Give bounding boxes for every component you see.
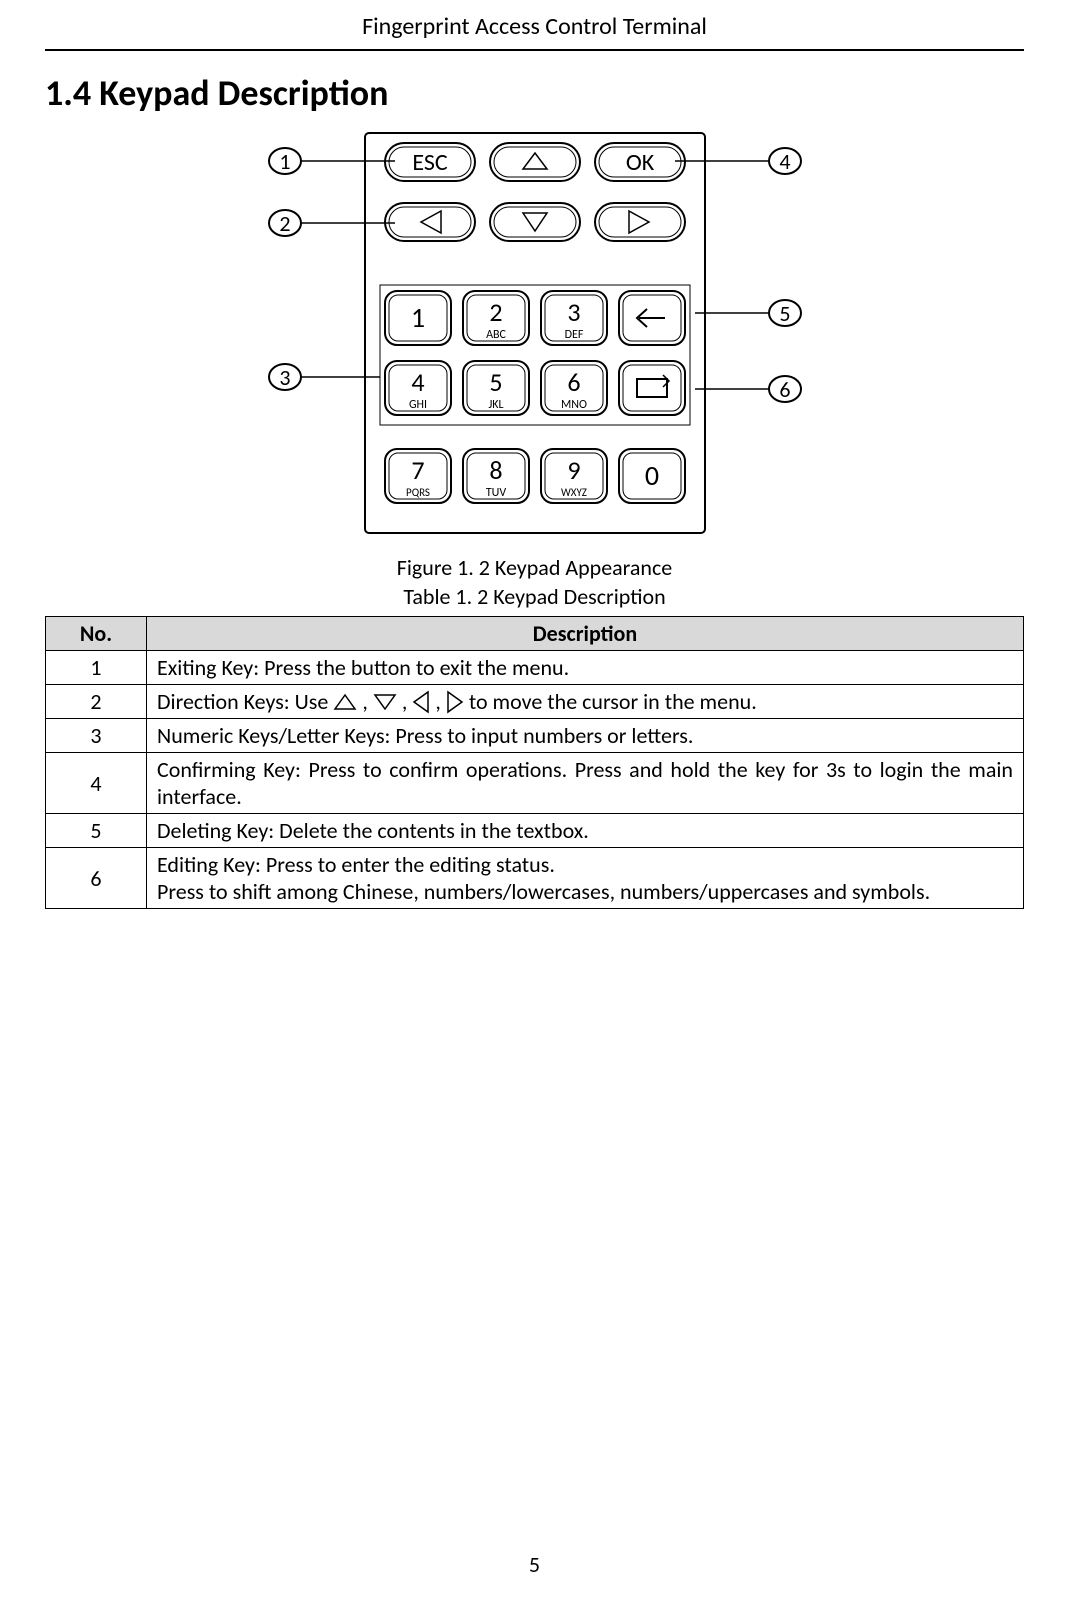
ok-button[interactable]: OK [595,143,685,181]
key-0[interactable]: 0 [619,449,685,503]
key-1[interactable]: 1 [385,291,451,345]
svg-text:WXYZ: WXYZ [561,486,587,499]
key-2[interactable]: 2 ABC [463,291,529,345]
svg-text:5: 5 [489,366,502,398]
keypad-svg: 1 2 3 4 5 [185,123,885,543]
row-desc: Editing Key: Press to enter the editing … [147,848,1024,909]
callout-1: 1 [269,148,395,175]
left-arrow-icon [421,211,441,233]
svg-text:ABC: ABC [486,328,506,342]
up-button[interactable] [490,143,580,181]
key-4[interactable]: 4 GHI [385,361,451,415]
triangle-down-icon [372,692,398,712]
triangle-right-icon [445,690,465,714]
svg-text:2: 2 [489,296,502,328]
triangle-left-icon [411,690,431,714]
row-no: 1 [46,651,147,685]
row2-text-pre: Direction Keys: Use [157,688,328,715]
section-heading: 1.4 Keypad Description [45,71,1024,115]
svg-text:4: 4 [779,148,790,175]
row-no: 5 [46,814,147,848]
row-desc: Exiting Key: Press the button to exit th… [147,651,1024,685]
svg-text:PQRS: PQRS [406,486,430,499]
svg-text:JKL: JKL [488,398,503,412]
svg-text:MNO: MNO [561,398,587,412]
callout-3: 3 [269,364,380,391]
edit-cycle-icon [637,375,669,397]
esc-button[interactable]: ESC [385,143,475,181]
figure-caption: Figure 1. 2 Keypad Appearance [45,554,1024,581]
svg-text:1: 1 [410,300,424,335]
page: Fingerprint Access Control Terminal 1.4 … [0,0,1069,1608]
svg-text:TUV: TUV [485,486,506,500]
svg-text:5: 5 [779,300,790,327]
svg-text:GHI: GHI [408,398,426,412]
row-no: 4 [46,753,147,814]
table-row: 3 Numeric Keys/Letter Keys: Press to inp… [46,719,1024,753]
row-desc: Numeric Keys/Letter Keys: Press to input… [147,719,1024,753]
row2-text-post: to move the cursor in the menu. [469,688,757,715]
key-5[interactable]: 5 JKL [463,361,529,415]
key-7[interactable]: 7 PQRS [385,449,451,503]
svg-text:4: 4 [411,366,424,398]
table-row: 5 Deleting Key: Delete the contents in t… [46,814,1024,848]
svg-text:DEF: DEF [564,328,583,342]
key-9[interactable]: 9 WXYZ [541,449,607,503]
right-button[interactable] [595,203,685,241]
table-row: 2 Direction Keys: Use , , , to move the … [46,685,1024,719]
page-number: 5 [0,1551,1069,1578]
table-header-no: No. [46,617,147,651]
edit-key[interactable] [619,361,685,415]
table-header-row: No. Description [46,617,1024,651]
table-header-desc: Description [147,617,1024,651]
svg-text:ESC: ESC [412,148,448,177]
table-caption: Table 1. 2 Keypad Description [45,583,1024,610]
table-row: 1 Exiting Key: Press the button to exit … [46,651,1024,685]
key-3[interactable]: 3 DEF [541,291,607,345]
callout-6: 6 [695,376,801,403]
svg-text:3: 3 [279,364,290,391]
svg-text:OK: OK [625,148,654,177]
svg-text:0: 0 [644,458,658,493]
backspace-arrow-icon [637,309,665,327]
row-no: 3 [46,719,147,753]
svg-text:3: 3 [567,296,580,328]
row-no: 2 [46,685,147,719]
keypad-description-table: No. Description 1 Exiting Key: Press the… [45,616,1024,909]
key-8[interactable]: 8 TUV [463,449,529,503]
backspace-key[interactable] [619,291,685,345]
callout-4: 4 [675,148,801,175]
svg-text:2: 2 [279,210,290,237]
svg-text:9: 9 [567,454,580,486]
keypad-figure: 1 2 3 4 5 [45,123,1024,610]
right-arrow-icon [629,211,649,233]
row-no: 6 [46,848,147,909]
svg-text:1: 1 [279,148,290,175]
svg-text:7: 7 [411,454,424,486]
row-desc: Confirming Key: Press to confirm operati… [147,753,1024,814]
triangle-up-icon [332,692,358,712]
callout-5: 5 [695,300,801,327]
row-desc: Deleting Key: Delete the contents in the… [147,814,1024,848]
down-arrow-icon [523,213,547,231]
table-row: 6 Editing Key: Press to enter the editin… [46,848,1024,909]
down-button[interactable] [490,203,580,241]
svg-text:8: 8 [489,454,502,486]
left-button[interactable] [385,203,475,241]
callout-2: 2 [269,210,395,237]
key-6[interactable]: 6 MNO [541,361,607,415]
page-header-title: Fingerprint Access Control Terminal [45,0,1024,51]
up-arrow-icon [523,153,547,169]
table-row: 4 Confirming Key: Press to confirm opera… [46,753,1024,814]
svg-text:6: 6 [567,366,580,398]
svg-text:6: 6 [779,376,790,403]
row-desc: Direction Keys: Use , , , to move the cu… [147,685,1024,719]
